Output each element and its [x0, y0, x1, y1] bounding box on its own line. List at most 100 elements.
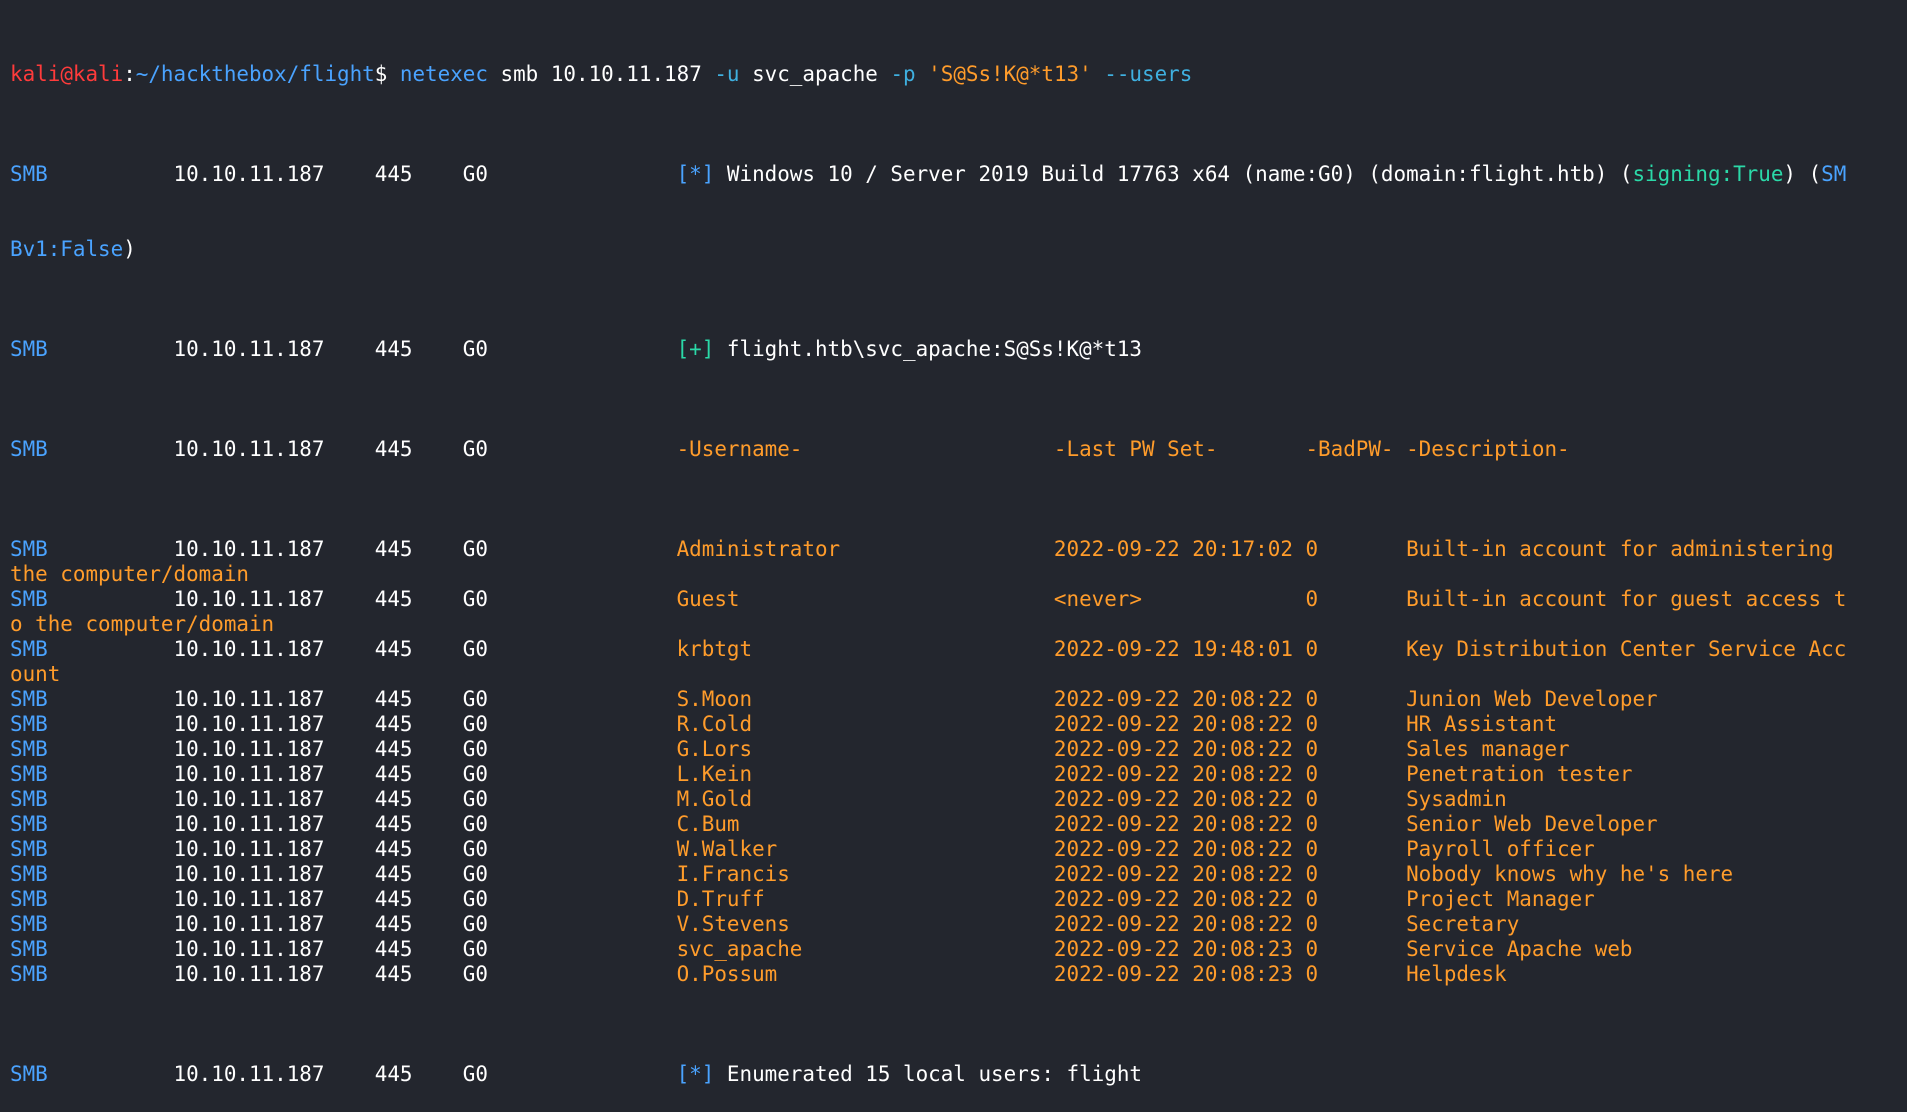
protocol-label: SMB	[10, 962, 48, 986]
user-row-text: krbtgt 2022-09-22 19:48:01 0 Key Distrib…	[676, 637, 1847, 661]
user-row-text: V.Stevens 2022-09-22 20:08:22 0 Secretar…	[676, 912, 1520, 936]
host-columns: 10.10.11.187 445 G0	[47, 637, 677, 661]
user-row: SMB 10.10.11.187 445 G0 V.Stevens 2022-0…	[10, 912, 1907, 937]
user-row: SMB 10.10.11.187 445 G0 Administrator 20…	[10, 537, 1907, 562]
user-row-text: S.Moon 2022-09-22 20:08:22 0 Junion Web …	[676, 687, 1658, 711]
footer-line: SMB 10.10.11.187 445 G0 [*] Enumerated 1…	[10, 1062, 1907, 1087]
protocol-label: SMB	[10, 637, 48, 661]
host-columns: 10.10.11.187 445 G0	[47, 912, 677, 936]
host-columns: 10.10.11.187 445 G0	[47, 337, 677, 361]
user-row: SMB 10.10.11.187 445 G0 krbtgt 2022-09-2…	[10, 637, 1907, 662]
footer-marker: [*]	[676, 1062, 715, 1086]
host-columns: 10.10.11.187 445 G0	[47, 787, 677, 811]
host-columns: 10.10.11.187 445 G0	[47, 687, 677, 711]
host-columns: 10.10.11.187 445 G0	[47, 962, 677, 986]
host-columns: 10.10.11.187 445 G0	[47, 737, 677, 761]
prompt-host: kali	[72, 62, 124, 86]
protocol-label: SMB	[10, 337, 48, 361]
command-p-flag: -p	[890, 62, 916, 86]
user-row-wrap: o the computer/domain	[10, 612, 1907, 637]
smbv1-value-part1: SM	[1821, 162, 1847, 186]
host-columns: 10.10.11.187 445 G0	[47, 862, 677, 886]
command-u-value: svc_apache	[739, 62, 891, 86]
host-columns: 10.10.11.187 445 G0	[47, 712, 677, 736]
host-columns: 10.10.11.187 445 G0	[47, 437, 677, 461]
user-row: SMB 10.10.11.187 445 G0 G.Lors 2022-09-2…	[10, 737, 1907, 762]
info-text: Windows 10 / Server 2019 Build 17763 x64…	[714, 162, 1633, 186]
host-columns: 10.10.11.187 445 G0	[47, 887, 677, 911]
user-row-text: R.Cold 2022-09-22 20:08:22 0 HR Assistan…	[676, 712, 1558, 736]
host-columns: 10.10.11.187 445 G0	[47, 762, 677, 786]
prompt-colon: :	[123, 62, 136, 86]
user-row: SMB 10.10.11.187 445 G0 svc_apache 2022-…	[10, 937, 1907, 962]
user-row: SMB 10.10.11.187 445 G0 W.Walker 2022-09…	[10, 837, 1907, 862]
auth-line: SMB 10.10.11.187 445 G0 [+] flight.htb\s…	[10, 337, 1907, 362]
info-text-mid: ) (	[1783, 162, 1822, 186]
protocol-label: SMB	[10, 1062, 48, 1086]
user-row-wrap-text: ount	[10, 662, 61, 686]
user-row: SMB 10.10.11.187 445 G0 R.Cold 2022-09-2…	[10, 712, 1907, 737]
user-row-wrap-text: the computer/domain	[10, 562, 249, 586]
host-columns: 10.10.11.187 445 G0	[47, 587, 677, 611]
prompt-path: ~/hackthebox/flight	[135, 62, 375, 86]
info-close: )	[123, 237, 136, 261]
command-args: smb 10.10.11.187	[487, 62, 715, 86]
signing-value: signing:True	[1632, 162, 1784, 186]
user-row-text: G.Lors 2022-09-22 20:08:22 0 Sales manag…	[676, 737, 1570, 761]
terminal-output[interactable]: kali@kali:~/hackthebox/flight$ netexec s…	[0, 0, 1907, 1112]
command-name: netexec	[399, 62, 488, 86]
protocol-label: SMB	[10, 812, 48, 836]
footer-text: Enumerated 15 local users: flight	[714, 1062, 1142, 1086]
host-columns: 10.10.11.187 445 G0	[47, 1062, 677, 1086]
info-marker: [*]	[676, 162, 715, 186]
protocol-label: SMB	[10, 937, 48, 961]
user-row: SMB 10.10.11.187 445 G0 Guest <never> 0 …	[10, 587, 1907, 612]
user-row: SMB 10.10.11.187 445 G0 D.Truff 2022-09-…	[10, 887, 1907, 912]
user-row-text: svc_apache 2022-09-22 20:08:23 0 Service…	[676, 937, 1633, 961]
user-row-wrap: the computer/domain	[10, 562, 1907, 587]
command-prompt-line: kali@kali:~/hackthebox/flight$ netexec s…	[10, 62, 1907, 87]
protocol-label: SMB	[10, 162, 48, 186]
host-columns: 10.10.11.187 445 G0	[47, 162, 677, 186]
user-row-text: D.Truff 2022-09-22 20:08:22 0 Project Ma…	[676, 887, 1595, 911]
host-columns: 10.10.11.187 445 G0	[47, 837, 677, 861]
prompt-at: @	[60, 62, 73, 86]
info-line-wrap: Bv1:False)	[10, 237, 1907, 262]
protocol-label: SMB	[10, 887, 48, 911]
user-list: SMB 10.10.11.187 445 G0 Administrator 20…	[10, 537, 1907, 987]
prompt-user: kali	[10, 62, 61, 86]
user-row-text: C.Bum 2022-09-22 20:08:22 0 Senior Web D…	[676, 812, 1658, 836]
user-row-wrap: ount	[10, 662, 1907, 687]
user-row-text: M.Gold 2022-09-22 20:08:22 0 Sysadmin	[676, 787, 1507, 811]
user-row-text: I.Francis 2022-09-22 20:08:22 0 Nobody k…	[676, 862, 1734, 886]
command-users-flag: --users	[1091, 62, 1193, 86]
user-row-wrap-text: o the computer/domain	[10, 612, 275, 636]
user-row-text: Administrator 2022-09-22 20:17:02 0 Buil…	[676, 537, 1834, 561]
protocol-label: SMB	[10, 712, 48, 736]
command-p-value: 'S@Ss!K@*t13'	[915, 62, 1092, 86]
users-column-headers: -Username- -Last PW Set- -BadPW- -Descri…	[676, 437, 1570, 461]
protocol-label: SMB	[10, 837, 48, 861]
smbv1-value-part2: Bv1:False	[10, 237, 124, 261]
users-header-line: SMB 10.10.11.187 445 G0 -Username- -Last…	[10, 437, 1907, 462]
user-row-text: O.Possum 2022-09-22 20:08:23 0 Helpdesk	[676, 962, 1507, 986]
host-columns: 10.10.11.187 445 G0	[47, 812, 677, 836]
protocol-label: SMB	[10, 687, 48, 711]
user-row: SMB 10.10.11.187 445 G0 C.Bum 2022-09-22…	[10, 812, 1907, 837]
user-row: SMB 10.10.11.187 445 G0 I.Francis 2022-0…	[10, 862, 1907, 887]
prompt-symbol: $	[374, 62, 388, 86]
command-u-flag: -u	[714, 62, 740, 86]
protocol-label: SMB	[10, 862, 48, 886]
user-row: SMB 10.10.11.187 445 G0 L.Kein 2022-09-2…	[10, 762, 1907, 787]
protocol-label: SMB	[10, 587, 48, 611]
user-row-text: Guest <never> 0 Built-in account for gue…	[676, 587, 1847, 611]
protocol-label: SMB	[10, 912, 48, 936]
protocol-label: SMB	[10, 787, 48, 811]
host-columns: 10.10.11.187 445 G0	[47, 937, 677, 961]
protocol-label: SMB	[10, 437, 48, 461]
host-columns: 10.10.11.187 445 G0	[47, 537, 677, 561]
protocol-label: SMB	[10, 537, 48, 561]
user-row-text: L.Kein 2022-09-22 20:08:22 0 Penetration…	[676, 762, 1633, 786]
user-row: SMB 10.10.11.187 445 G0 S.Moon 2022-09-2…	[10, 687, 1907, 712]
user-row-text: W.Walker 2022-09-22 20:08:22 0 Payroll o…	[676, 837, 1595, 861]
